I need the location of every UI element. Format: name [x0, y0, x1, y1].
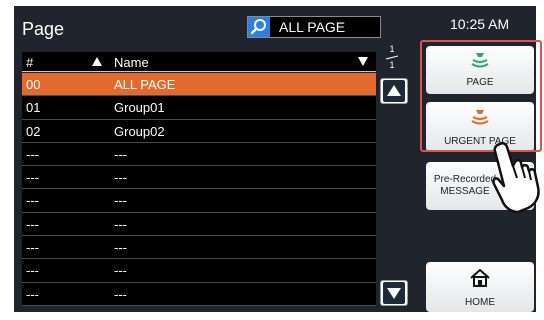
row-number: 02: [26, 123, 41, 139]
list-row[interactable]: --- ---: [22, 189, 376, 213]
home-label: HOME: [465, 297, 495, 308]
row-name: ---: [114, 146, 127, 162]
list-row[interactable]: --- ---: [22, 236, 376, 260]
list-row[interactable]: 00 ALL PAGE: [22, 73, 376, 97]
clock: 10:25 AM: [450, 16, 510, 32]
row-name: ---: [114, 286, 127, 302]
page-total: 1: [389, 60, 395, 70]
scroll-down-button[interactable]: [380, 280, 408, 306]
page-group-list: 00 ALL PAGE 01 Group01 02 Group02 --- --…: [22, 73, 376, 306]
row-number: ---: [26, 263, 39, 279]
row-name: Group02: [114, 123, 165, 139]
home-button[interactable]: HOME: [426, 262, 534, 312]
page-title: Page: [22, 19, 65, 39]
row-name: ---: [114, 216, 127, 232]
home-icon: [470, 268, 490, 287]
row-name: ---: [114, 193, 127, 209]
arrow-up-icon: [383, 80, 405, 102]
list-row[interactable]: 01 Group01: [22, 96, 376, 120]
scroll-up-button[interactable]: [380, 78, 408, 104]
row-name: ALL PAGE: [114, 77, 176, 92]
row-name: ---: [114, 240, 127, 256]
row-name: ---: [114, 170, 127, 186]
arrow-down-icon: [383, 282, 405, 304]
row-number: ---: [26, 193, 39, 209]
list-row[interactable]: --- ---: [22, 166, 376, 190]
row-name: Group01: [114, 100, 165, 116]
row-name: ---: [114, 263, 127, 279]
row-number: ---: [26, 216, 39, 232]
list-row[interactable]: --- ---: [22, 213, 376, 237]
list-row[interactable]: --- ---: [22, 283, 376, 306]
row-number: ---: [26, 146, 39, 162]
list-row[interactable]: 02 Group02: [22, 120, 376, 143]
list-row[interactable]: --- ---: [22, 259, 376, 283]
column-header-name[interactable]: Name: [114, 55, 149, 70]
row-number: 01: [26, 100, 41, 116]
list-row[interactable]: --- ---: [22, 143, 376, 167]
row-number: ---: [26, 286, 39, 302]
row-number: 00: [26, 77, 41, 92]
column-header-number[interactable]: #: [26, 55, 33, 70]
pointing-hand-icon: [492, 141, 540, 214]
page-indicator: 1 1: [385, 44, 399, 72]
list-header: # Name: [22, 52, 376, 72]
sort-ascending-icon[interactable]: [92, 57, 102, 66]
highlight-frame: [420, 40, 542, 152]
row-number: ---: [26, 170, 39, 186]
search-icon[interactable]: [248, 17, 270, 37]
search-field[interactable]: ALL PAGE: [247, 16, 381, 38]
search-value: ALL PAGE: [279, 19, 346, 35]
row-number: ---: [26, 240, 39, 256]
sort-descending-icon[interactable]: [358, 57, 368, 66]
